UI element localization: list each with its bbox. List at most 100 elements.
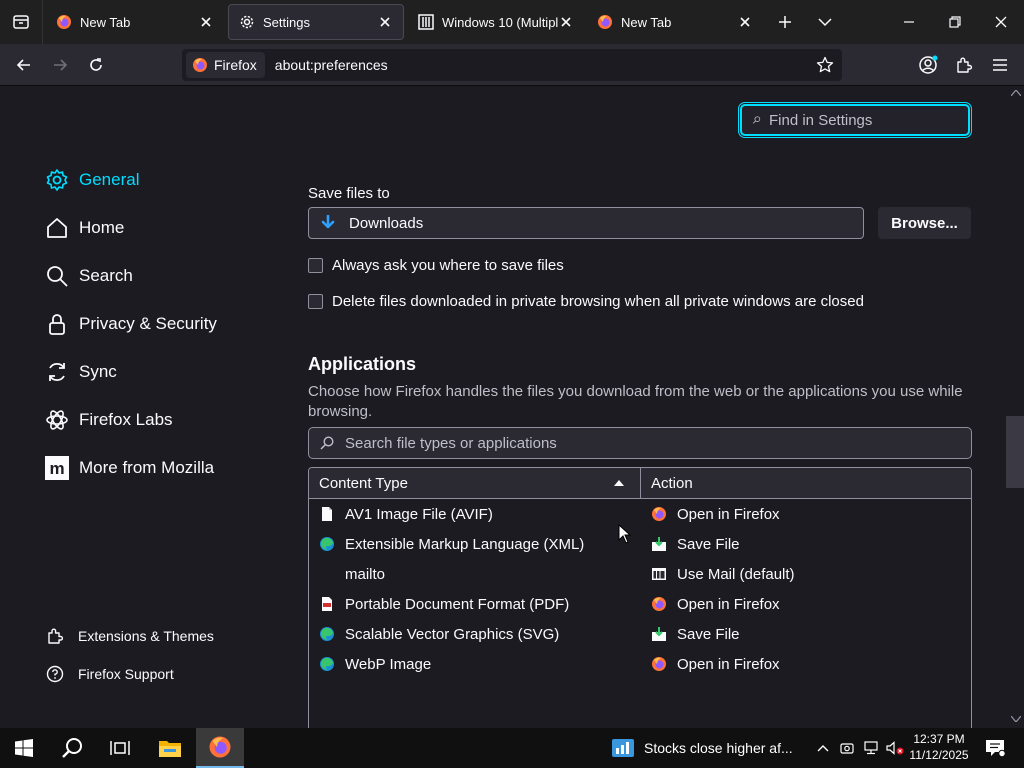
column-header-label: Content Type [319, 474, 408, 492]
file-type-search-input[interactable] [345, 434, 971, 452]
sidebar-extensions-themes[interactable]: Extensions & Themes [46, 627, 214, 645]
blank-icon [319, 566, 335, 582]
search-icon [752, 116, 761, 124]
delete-private-row[interactable]: Delete files downloaded in private brows… [308, 293, 864, 310]
firefox-view-icon [13, 15, 29, 29]
content-type-label: WebP Image [345, 655, 432, 673]
table-row[interactable]: AV1 Image File (AVIF) Open in Firefox [309, 499, 971, 529]
action-label: Open in Firefox [677, 655, 780, 673]
new-tab-button[interactable] [764, 0, 806, 44]
start-button[interactable] [0, 728, 48, 768]
tab-new-tab-1[interactable]: New Tab [46, 4, 224, 40]
firefox-icon [193, 58, 207, 72]
handlers-table-header: Content Type Action [309, 468, 971, 499]
sidebar-item-more-from-mozilla[interactable]: m More from Mozilla [44, 455, 214, 481]
find-in-settings-box[interactable] [738, 102, 972, 138]
action-center-button[interactable] [976, 728, 1014, 768]
firefox-icon [209, 736, 231, 758]
page-scrollbar[interactable] [1008, 86, 1024, 728]
windows-taskbar: Stocks close higher af... 12:37 PM 11/12… [0, 728, 1024, 768]
chevron-down-icon [818, 18, 832, 27]
firefox-icon [652, 657, 666, 671]
sidebar-item-firefox-labs[interactable]: Firefox Labs [44, 407, 173, 433]
stocks-news-icon [612, 739, 634, 757]
firefox-view-button[interactable] [0, 0, 43, 44]
close-tab-icon[interactable] [377, 14, 393, 30]
task-view-button[interactable] [96, 728, 144, 768]
file-type-search-box[interactable] [308, 427, 972, 459]
close-window-button[interactable] [978, 0, 1024, 44]
sidebar-item-general[interactable]: General [44, 167, 139, 193]
volume-muted-icon [886, 741, 904, 755]
action-label: Save File [677, 625, 740, 643]
table-row[interactable]: Extensible Markup Language (XML) Save Fi… [309, 529, 971, 559]
scrollbar-thumb[interactable] [1006, 416, 1024, 488]
puzzle-icon [957, 57, 973, 73]
sidebar-item-search[interactable]: Search [44, 263, 133, 289]
content-type-column-header[interactable]: Content Type [309, 468, 641, 498]
sidebar-item-label: Home [79, 218, 125, 237]
tab-windows-10[interactable]: Windows 10 (Multiple E [408, 4, 584, 40]
delete-private-checkbox[interactable] [308, 294, 323, 309]
sidebar-firefox-support[interactable]: Firefox Support [46, 665, 174, 683]
close-tab-icon[interactable] [737, 14, 753, 30]
table-row[interactable]: WebP Image Open in Firefox [309, 649, 971, 679]
find-in-settings-input[interactable] [769, 111, 968, 129]
tab-settings[interactable]: Settings [228, 4, 404, 40]
file-explorer-button[interactable] [146, 728, 194, 768]
handlers-table: Content Type Action AV1 Image File (AVIF… [308, 467, 972, 728]
news-widget[interactable]: Stocks close higher af... [612, 728, 793, 768]
content-type-label: Portable Document Format (PDF) [345, 595, 570, 613]
content-type-label: Extensible Markup Language (XML) [345, 535, 585, 553]
save-files-label: Save files to [308, 185, 390, 202]
always-ask-row[interactable]: Always ask you where to save files [308, 257, 564, 274]
firefox-taskbar-button[interactable] [196, 728, 244, 768]
always-ask-checkbox[interactable] [308, 258, 323, 273]
sidebar-item-home[interactable]: Home [44, 215, 124, 241]
table-row[interactable]: Portable Document Format (PDF) Open in F… [309, 589, 971, 619]
scroll-down-icon[interactable] [1011, 716, 1021, 722]
sidebar-item-privacy[interactable]: Privacy & Security [44, 311, 217, 337]
back-button[interactable] [8, 49, 40, 81]
column-header-label: Action [651, 474, 693, 492]
action-label: Open in Firefox [677, 505, 780, 523]
identity-box[interactable]: Firefox [186, 52, 265, 78]
scroll-up-icon[interactable] [1011, 90, 1021, 96]
browse-button[interactable]: Browse... [878, 207, 971, 239]
action-column-header[interactable]: Action [641, 468, 971, 498]
hamburger-menu-icon [993, 59, 1007, 71]
sidebar-item-sync[interactable]: Sync [44, 359, 117, 385]
taskbar-clock[interactable]: 12:37 PM 11/12/2025 [906, 731, 972, 763]
close-tab-icon[interactable] [558, 14, 574, 30]
forward-button[interactable] [44, 49, 76, 81]
preferences-page: General Home Search Privacy & Security S… [0, 86, 1008, 728]
network-icon [864, 741, 878, 755]
bookmark-star-icon[interactable] [816, 56, 834, 74]
mozilla-icon: m [44, 455, 70, 481]
volume-tray-icon[interactable] [884, 728, 906, 768]
close-tab-icon[interactable] [198, 14, 214, 30]
url-text[interactable]: about:preferences [275, 57, 388, 73]
firefox-icon [652, 507, 666, 521]
table-row[interactable]: mailto Use Mail (default) [309, 559, 971, 589]
navigation-toolbar: Firefox about:preferences [0, 44, 1024, 86]
minimize-button[interactable] [886, 0, 932, 44]
reload-button[interactable] [80, 49, 112, 81]
table-row[interactable]: Scalable Vector Graphics (SVG) Save File [309, 619, 971, 649]
app-menu-button[interactable] [984, 49, 1016, 81]
search-icon [320, 436, 334, 450]
account-button[interactable] [912, 49, 944, 81]
applications-description: Choose how Firefox handles the files you… [308, 383, 963, 420]
network-tray-icon[interactable] [860, 728, 882, 768]
url-bar[interactable]: Firefox about:preferences [182, 49, 842, 81]
content-type-label: mailto [345, 565, 386, 583]
show-hidden-icons-button[interactable] [812, 728, 834, 768]
extensions-button[interactable] [948, 49, 980, 81]
taskbar-search-button[interactable] [48, 728, 96, 768]
chevron-up-icon [817, 745, 829, 752]
list-all-tabs-button[interactable] [804, 0, 846, 44]
restore-button[interactable] [932, 0, 978, 44]
tab-new-tab-2[interactable]: New Tab [587, 4, 763, 40]
meet-now-tray-icon[interactable] [836, 728, 858, 768]
save-file-icon [652, 627, 666, 641]
